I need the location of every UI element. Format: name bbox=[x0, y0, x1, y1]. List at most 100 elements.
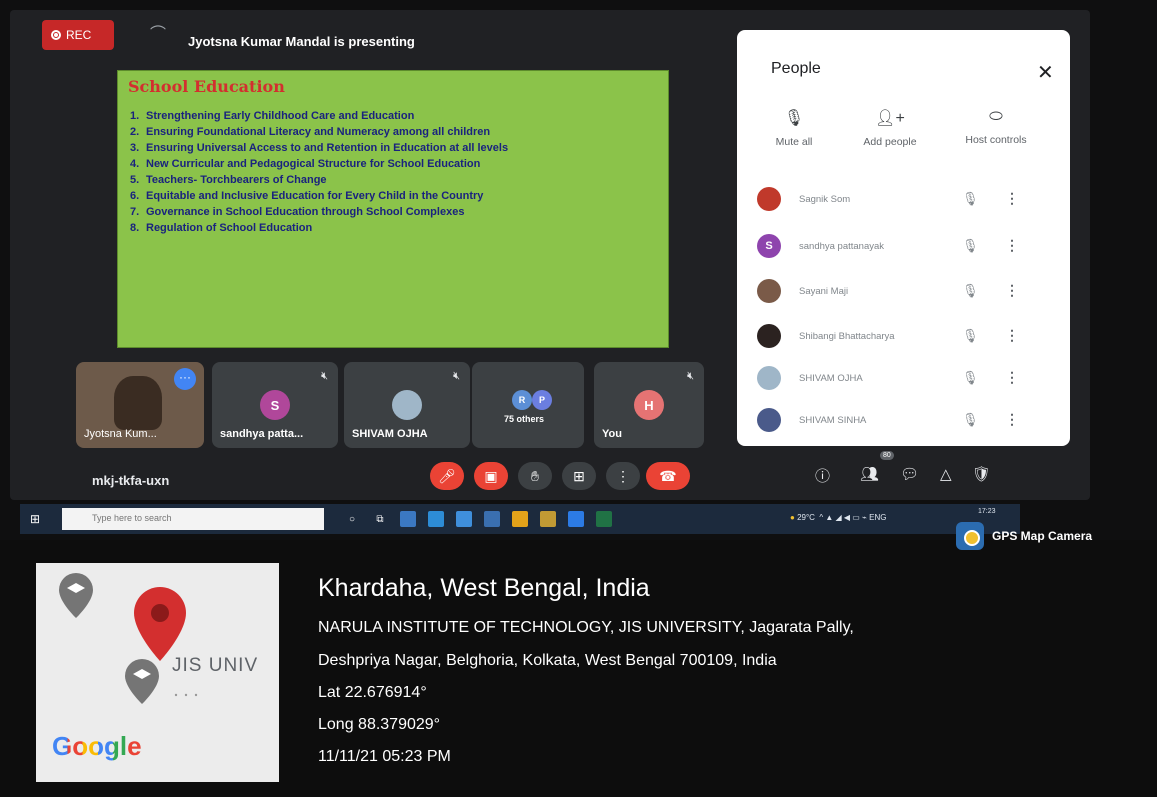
avatar: H bbox=[634, 390, 664, 420]
leave-call-button[interactable]: ☎︎ bbox=[646, 462, 690, 490]
participant-tile-self[interactable]: 🔇︎ H You bbox=[594, 362, 704, 448]
task-view-icon[interactable]: ⧉ bbox=[372, 511, 388, 527]
present-screen-icon: ⊞ bbox=[573, 467, 585, 484]
mic-off-icon[interactable]: 🎙︎ bbox=[962, 370, 979, 386]
people-panel: People ✕ 🎙︎ Mute all 👤︎+ Add people ⬭ Ho… bbox=[737, 30, 1070, 446]
chat-icon[interactable]: 💬︎ bbox=[900, 465, 919, 483]
slide-item-text: Ensuring Foundational Literacy and Numer… bbox=[146, 126, 491, 138]
longitude: Long 88.379029° bbox=[318, 716, 441, 733]
participant-row[interactable]: Sagnik Som 🎙︎ ⋮ bbox=[757, 183, 1047, 221]
school-pin-icon bbox=[59, 573, 93, 618]
participant-count-badge: 80 bbox=[880, 451, 894, 460]
more-vert-icon[interactable]: ⋮ bbox=[1005, 411, 1019, 428]
tile-name: Jyotsna Kum... bbox=[84, 428, 157, 440]
host-controls-button[interactable]: ⬭ Host controls bbox=[951, 108, 1041, 146]
more-vert-icon[interactable]: ⋮ bbox=[1005, 190, 1019, 207]
camera-app-icon[interactable] bbox=[428, 511, 444, 527]
more-vert-icon: ⋮ bbox=[616, 467, 630, 484]
google-logo: Google bbox=[52, 731, 142, 761]
slide-list: 1. Strengthening Early Childhood Care and… bbox=[128, 110, 658, 235]
cortana-icon[interactable]: ○ bbox=[344, 511, 360, 527]
add-person-icon: 👤︎+ bbox=[875, 110, 905, 127]
google-meet-window: REC ⌒ Jyotsna Kumar Mandal is presenting… bbox=[10, 10, 1090, 500]
mic-off-icon[interactable]: 🎙︎ bbox=[962, 238, 979, 254]
slide-item: 2. Ensuring Foundational Literacy and Num… bbox=[128, 126, 658, 139]
participant-tile-others[interactable]: R P 75 others bbox=[472, 362, 584, 448]
system-tray: ● 29°C ^ ▲ ◢ ◀ ▭ ⌁ ENG bbox=[790, 513, 886, 522]
location-pin-icon bbox=[134, 587, 186, 661]
participant-name: sandhya pattanayak bbox=[799, 241, 885, 252]
mic-toggle-button[interactable]: 🎤︎ bbox=[430, 462, 464, 490]
camera-toggle-button[interactable]: ▣ bbox=[474, 462, 508, 490]
windows-taskbar: ⊞ Type here to search ○ ⧉ ● 29°C ^ ▲ ◢ ◀… bbox=[20, 504, 1020, 534]
more-vert-icon[interactable]: ⋮ bbox=[1005, 237, 1019, 254]
activities-icon[interactable]: △ bbox=[940, 465, 952, 483]
windows-start-icon[interactable]: ⊞ bbox=[30, 512, 44, 526]
avatar: R bbox=[512, 390, 532, 410]
participant-row[interactable]: SHIVAM OJHA 🎙︎ ⋮ bbox=[757, 362, 1047, 400]
action-label: Host controls bbox=[965, 134, 1027, 146]
participant-row[interactable]: SHIVAM SINHA 🎙︎ ⋮ bbox=[757, 404, 1047, 442]
mic-off-icon[interactable]: 🎙︎ bbox=[962, 283, 979, 299]
toggle-icon: ⬭ bbox=[989, 108, 1003, 125]
more-options-icon[interactable]: ··· bbox=[174, 368, 196, 390]
camera-off-icon: ▣ bbox=[484, 467, 498, 484]
slide-item: 5. Teachers- Torchbearers of Change bbox=[128, 174, 658, 187]
participant-tile-presenter[interactable]: ··· Jyotsna Kum... bbox=[76, 362, 204, 448]
meeting-code: mkj-tkfa-uxn bbox=[92, 473, 170, 488]
taskbar-search-box[interactable]: Type here to search bbox=[62, 508, 324, 530]
map-thumbnail: JIS UNIV Google bbox=[36, 563, 279, 782]
slide-item-number: 5. bbox=[130, 174, 140, 186]
tray-icons: ^ ▲ ◢ ◀ ▭ ⌁ bbox=[817, 513, 867, 522]
more-vert-icon[interactable]: ⋮ bbox=[1005, 327, 1019, 344]
mic-off-icon[interactable]: 🎙︎ bbox=[962, 412, 979, 428]
raise-hand-button[interactable]: ✋︎ bbox=[518, 462, 552, 490]
avatar: S bbox=[260, 390, 290, 420]
timestamp: 11/11/21 05:23 PM bbox=[318, 748, 451, 765]
mic-off-icon[interactable]: 🎙︎ bbox=[962, 328, 979, 344]
search-placeholder: Type here to search bbox=[92, 513, 172, 523]
excel-icon[interactable] bbox=[596, 511, 612, 527]
slide-item-number: 8. bbox=[130, 222, 140, 234]
avatar bbox=[392, 390, 422, 420]
host-controls-icon[interactable]: 🛡︎ bbox=[972, 465, 991, 483]
participant-row[interactable]: S sandhya pattanayak 🎙︎ ⋮ bbox=[757, 230, 1047, 268]
phone-hangup-icon: ☎︎ bbox=[659, 467, 677, 484]
info-icon[interactable]: ⓘ bbox=[815, 465, 830, 486]
shared-slide: School Education 1. Strengthening Early C… bbox=[117, 70, 669, 348]
tile-name: You bbox=[602, 428, 622, 440]
mail-icon[interactable] bbox=[456, 511, 472, 527]
location-city: Khardaha, West Bengal, India bbox=[318, 574, 650, 602]
record-icon bbox=[51, 30, 61, 40]
add-people-button[interactable]: 👤︎+ Add people bbox=[845, 108, 935, 148]
chrome-icon[interactable] bbox=[512, 511, 528, 527]
slide-item: 8. Regulation of School Education bbox=[128, 222, 658, 235]
tile-name: 75 others bbox=[504, 414, 545, 424]
participant-tile[interactable]: 🔇︎ SHIVAM OJHA bbox=[344, 362, 470, 448]
participant-row[interactable]: Shibangi Bhattacharya 🎙︎ ⋮ bbox=[757, 320, 1047, 358]
app-icon[interactable] bbox=[484, 511, 500, 527]
people-icon[interactable]: 👥︎ bbox=[860, 465, 879, 483]
participant-tile[interactable]: 🔇︎ S sandhya patta... bbox=[212, 362, 338, 448]
participant-name: Sayani Maji bbox=[799, 286, 849, 297]
more-vert-icon[interactable]: ⋮ bbox=[1005, 369, 1019, 386]
mute-all-button[interactable]: 🎙︎ Mute all bbox=[749, 108, 839, 148]
more-vert-icon[interactable]: ⋮ bbox=[1005, 282, 1019, 299]
avatar bbox=[757, 279, 781, 303]
recording-indicator: REC bbox=[42, 20, 114, 50]
camera-logo-icon bbox=[956, 522, 984, 550]
present-button[interactable]: ⊞ bbox=[562, 462, 596, 490]
mic-off-icon[interactable]: 🎙︎ bbox=[962, 191, 979, 207]
more-options-button[interactable]: ⋮ bbox=[606, 462, 640, 490]
close-icon[interactable]: ✕ bbox=[1037, 60, 1054, 85]
presentation-icon: ⌒ bbox=[150, 26, 167, 43]
app-icon[interactable] bbox=[400, 511, 416, 527]
avatar bbox=[757, 187, 781, 211]
store-icon[interactable] bbox=[540, 511, 556, 527]
participant-row[interactable]: Sayani Maji 🎙︎ ⋮ bbox=[757, 275, 1047, 313]
address-line-1: NARULA INSTITUTE OF TECHNOLOGY, JIS UNIV… bbox=[318, 619, 854, 636]
brand-label: GPS Map Camera bbox=[992, 529, 1093, 543]
slide-item-text: Governance in School Education through S… bbox=[146, 206, 465, 218]
tile-name: sandhya patta... bbox=[220, 428, 304, 440]
edge-icon[interactable] bbox=[568, 511, 584, 527]
